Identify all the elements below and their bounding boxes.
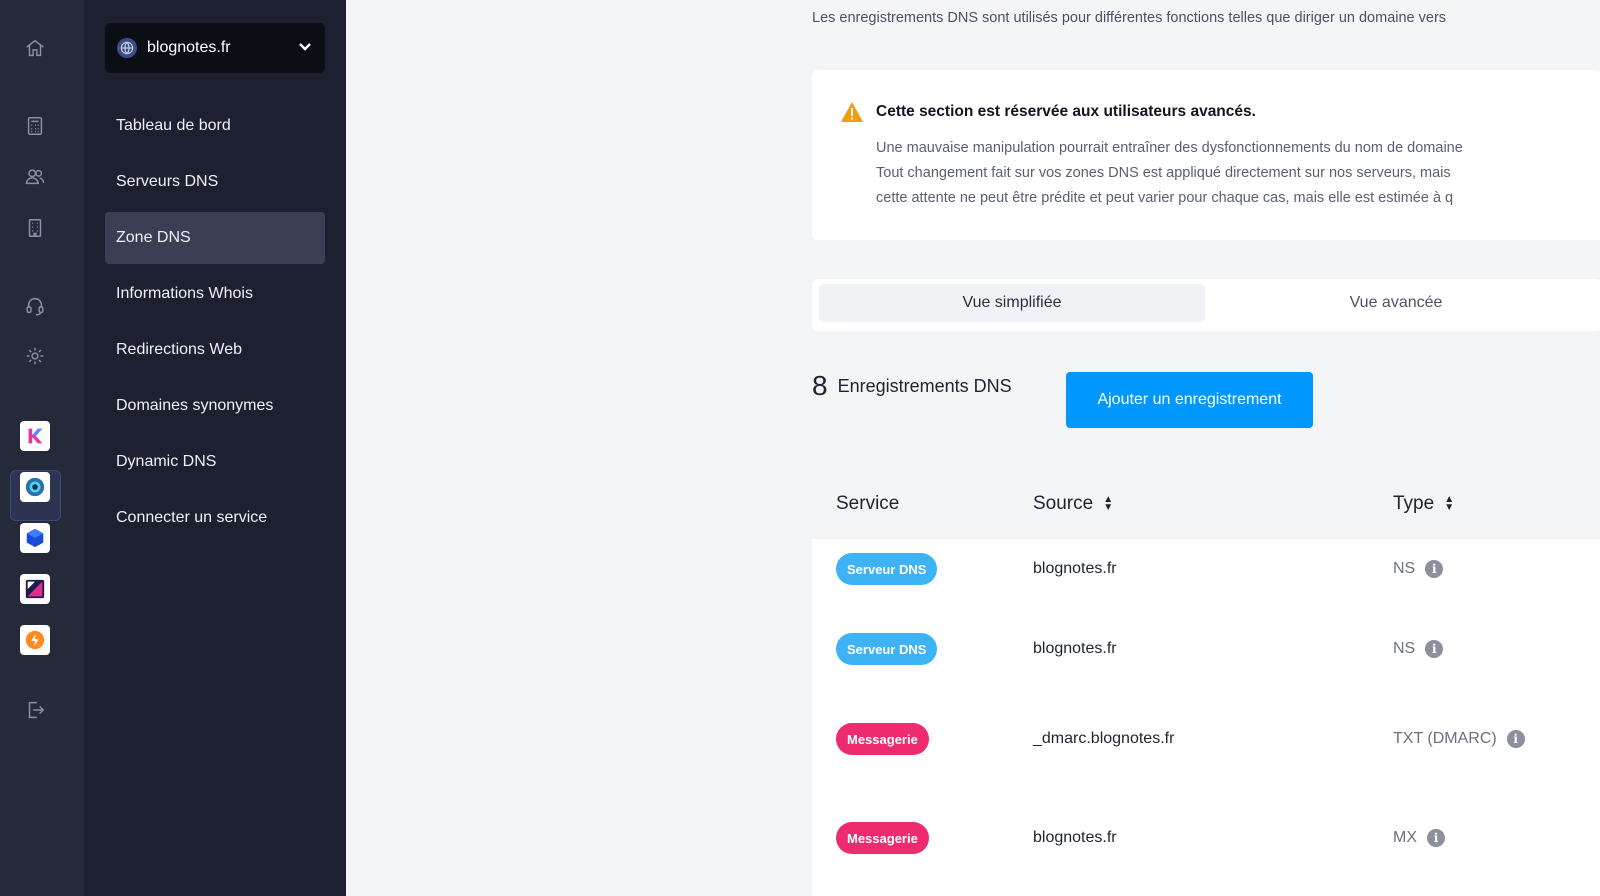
column-header-type[interactable]: Type ▲ ▼ <box>1393 493 1454 515</box>
warning-title: Cette section est réservée aux utilisate… <box>876 103 1256 120</box>
warning-line: Tout changement fait sur vos zones DNS e… <box>876 165 1451 181</box>
column-header-service: Service <box>836 493 899 515</box>
column-header-label: Service <box>836 493 900 514</box>
type-cell: NS i <box>1393 560 1444 578</box>
info-icon[interactable]: i <box>1425 640 1444 658</box>
service-badge: Serveur DNS <box>836 553 938 585</box>
swisstransfer-app-icon[interactable] <box>20 625 50 655</box>
records-count-row: 8 Enregistrements DNS <box>812 370 1012 402</box>
source-cell: blognotes.fr <box>1033 560 1117 577</box>
sidebar-item-dynamic-dns[interactable]: Dynamic DNS <box>105 436 325 488</box>
type-cell: MX i <box>1393 829 1445 847</box>
tab-simplified-view[interactable]: Vue simplifiée <box>819 284 1205 322</box>
type-value: TXT (DMARC) <box>1393 730 1497 747</box>
sidebar-item-domain-aliases[interactable]: Domaines synonymes <box>105 380 325 432</box>
records-count: 8 <box>812 370 828 401</box>
building-icon[interactable] <box>22 215 48 241</box>
sidebar: blognotes.fr Tableau de bord Serveurs DN… <box>84 0 346 896</box>
column-header-label: Source <box>1033 493 1094 514</box>
icon-rail <box>0 0 84 896</box>
sidebar-item-dns-servers[interactable]: Serveurs DNS <box>105 156 325 208</box>
warning-line: Une mauvaise manipulation pourrait entra… <box>876 140 1463 156</box>
sidebar-item-whois[interactable]: Informations Whois <box>105 268 325 320</box>
type-value: NS <box>1393 560 1416 577</box>
source-cell: blognotes.fr <box>1033 640 1117 657</box>
calculator-icon[interactable] <box>22 113 48 139</box>
type-value: NS <box>1393 640 1416 657</box>
domain-selector[interactable]: blognotes.fr <box>105 23 325 73</box>
warning-body: Une mauvaise manipulation pourrait entra… <box>876 136 1600 211</box>
sidebar-item-connect-service[interactable]: Connecter un service <box>105 492 325 544</box>
service-badge: Messagerie <box>836 822 929 854</box>
warning-icon <box>841 102 863 122</box>
type-cell: TXT (DMARC) i <box>1393 730 1525 748</box>
service-badge: Serveur DNS <box>836 633 938 665</box>
source-cell: _dmarc.blognotes.fr <box>1033 730 1175 747</box>
sort-icon[interactable]: ▲ ▼ <box>1444 495 1454 513</box>
domain-name: blognotes.fr <box>147 39 231 56</box>
home-icon[interactable] <box>22 35 48 61</box>
kdrive-app-icon[interactable] <box>20 523 50 553</box>
info-icon[interactable]: i <box>1506 730 1525 748</box>
records-count-label: Enregistrements DNS <box>837 375 1012 396</box>
source-cell: blognotes.fr <box>1033 829 1117 846</box>
chevron-down-icon <box>297 38 313 59</box>
sidebar-item-dns-zone[interactable]: Zone DNS <box>105 212 325 264</box>
main-content: Les enregistrements DNS sont utilisés po… <box>346 0 1600 896</box>
intro-text: Les enregistrements DNS sont utilisés po… <box>812 10 1447 26</box>
sidebar-item-dashboard[interactable]: Tableau de bord <box>105 100 325 152</box>
users-icon[interactable] <box>22 164 48 190</box>
column-header-label: Type <box>1393 493 1435 514</box>
sidebar-item-web-redirects[interactable]: Redirections Web <box>105 324 325 376</box>
column-header-source[interactable]: Source ▲ ▼ <box>1033 493 1113 515</box>
logout-icon[interactable] <box>22 697 48 723</box>
tab-advanced-view[interactable]: Vue avancée <box>1203 284 1589 322</box>
type-cell: NS i <box>1393 640 1444 658</box>
add-record-button[interactable]: Ajouter un enregistrement <box>1066 372 1313 428</box>
table-header: Service Source ▲ ▼ Type ▲ ▼ <box>812 471 1600 539</box>
view-toggle: Vue simplifiée Vue avancée <box>812 279 1600 331</box>
dns-records-table: Service Source ▲ ▼ Type ▲ ▼ Serveur DNS bl… <box>812 471 1600 896</box>
warning-line: cette attente ne peut être prédite et pe… <box>876 190 1454 206</box>
settings-icon[interactable] <box>22 343 48 369</box>
type-value: MX <box>1393 829 1417 846</box>
mail-app-icon[interactable] <box>20 574 50 604</box>
warning-card: Cette section est réservée aux utilisate… <box>812 70 1600 240</box>
domains-app-icon[interactable] <box>20 472 50 502</box>
globe-icon <box>117 38 137 58</box>
headset-icon[interactable] <box>22 293 48 319</box>
service-badge: Messagerie <box>836 723 929 755</box>
info-icon[interactable]: i <box>1425 560 1444 578</box>
info-icon[interactable]: i <box>1427 829 1445 847</box>
kchat-app-icon[interactable] <box>20 421 50 451</box>
sort-icon[interactable]: ▲ ▼ <box>1103 495 1113 513</box>
